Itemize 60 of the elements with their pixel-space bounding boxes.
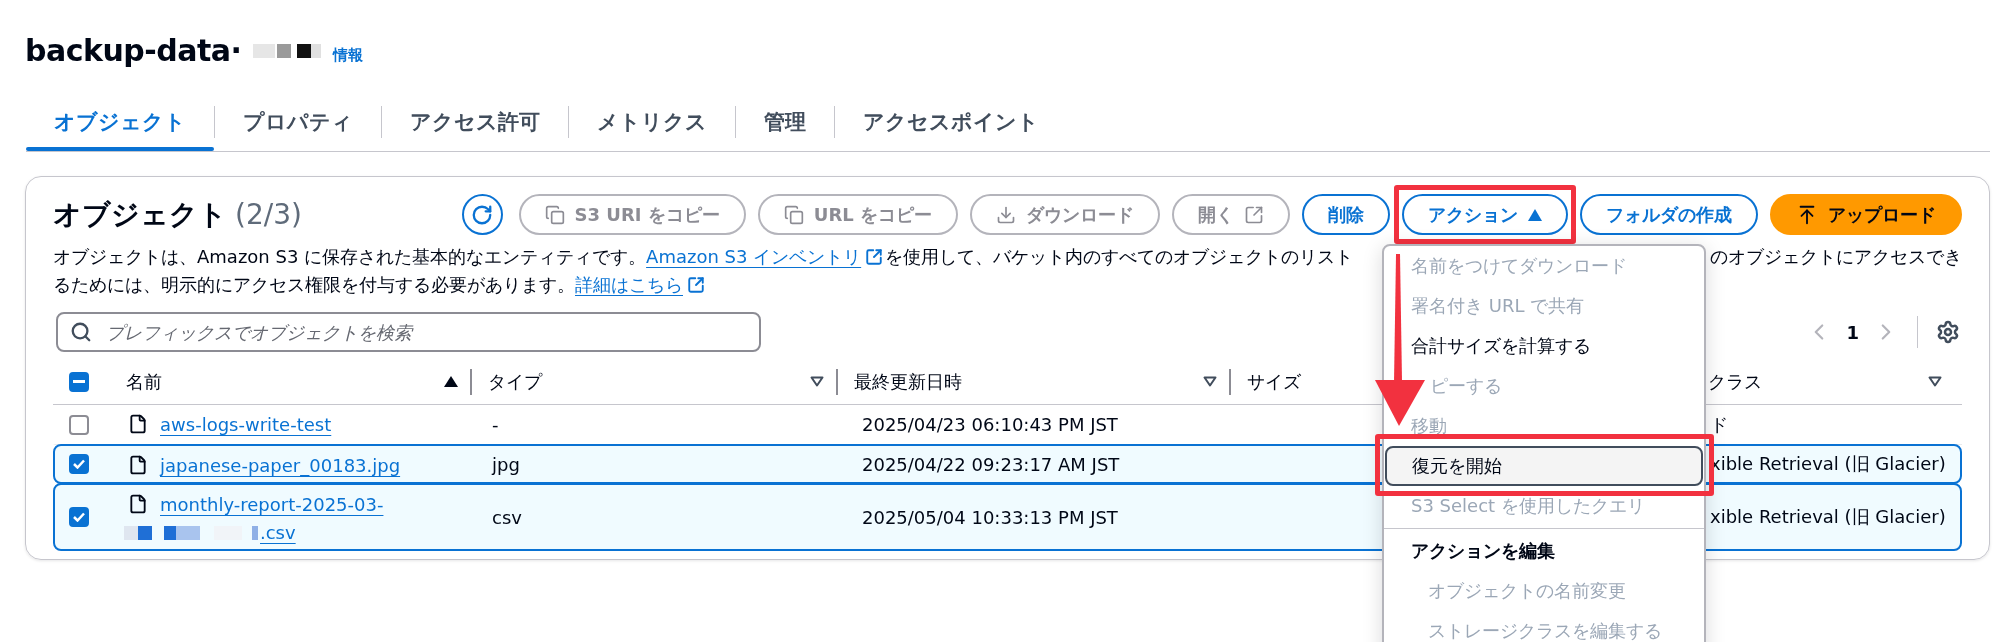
tab[interactable]: メトリクス xyxy=(569,93,735,151)
info-link[interactable]: 情報 xyxy=(333,45,364,65)
table-cell-text: csv xyxy=(491,505,523,530)
tab[interactable]: アクセスポイント xyxy=(835,93,1067,151)
copy-icon xyxy=(783,204,804,225)
table-cell-text: 2025/04/22 09:23:17 AM JST xyxy=(861,452,1121,477)
copy-icon xyxy=(544,204,565,225)
checkmark-icon xyxy=(73,459,85,469)
panel-title: オブジェクト xyxy=(53,196,227,233)
table-cell-text: ド xyxy=(1709,412,1729,437)
table-cell-text: - xyxy=(491,413,500,437)
column-header[interactable]: タイプ xyxy=(488,369,810,394)
row-checkbox[interactable] xyxy=(69,414,89,435)
file-icon xyxy=(128,494,148,514)
search-icon xyxy=(70,321,92,343)
row-checkbox[interactable] xyxy=(69,507,89,527)
menu-section-header: アクションを編集 xyxy=(1410,539,1556,563)
search-field[interactable]: プレフィックスでオブジェクトを検索 xyxy=(56,312,761,352)
row-checkbox[interactable] xyxy=(69,454,89,474)
menu-item[interactable]: 復元を開始 xyxy=(1385,446,1703,486)
toolbar-button[interactable]: 削除 xyxy=(1302,194,1390,235)
object-count: (2/3) xyxy=(235,197,302,231)
file-icon xyxy=(128,455,148,475)
tab[interactable]: オブジェクト xyxy=(26,93,214,151)
file-icon xyxy=(128,414,148,434)
bucket-title: backup-data· xyxy=(25,32,242,70)
description-text: を使用して、バケット内のすべてのオブジェクトのリスト xyxy=(885,245,1354,269)
column-header[interactable]: 最終更新日時 xyxy=(854,369,1203,394)
menu-item[interactable]: 合計サイズを計算する xyxy=(1411,334,1591,358)
table-cell-text: jpg xyxy=(490,452,521,477)
description-text: オブジェクトは、Amazon S3 に保存された基本的なエンティティです。 xyxy=(53,245,647,269)
settings-icon[interactable] xyxy=(1936,320,1960,344)
description-text: のオブジェクトにアクセスでき xyxy=(1710,245,1962,269)
description-link[interactable]: 詳細はこちら xyxy=(575,271,683,299)
object-link[interactable]: monthly-report-2025-03- xyxy=(160,493,384,517)
description-link[interactable]: Amazon S3 インベントリ xyxy=(646,243,862,271)
table-cell-text: xible Retrieval (旧 Glacier) xyxy=(1709,505,1947,529)
column-header[interactable]: クラス xyxy=(1708,369,1928,394)
external-link-icon xyxy=(1244,204,1264,225)
actions-button[interactable]: アクション xyxy=(1402,194,1568,235)
column-header[interactable]: 名前 xyxy=(126,369,444,394)
description-text: るためには、明示的にアクセス権限を付与する必要があります。 xyxy=(53,273,575,297)
select-all-checkbox[interactable] xyxy=(69,371,89,392)
checkmark-icon xyxy=(73,512,85,522)
tab[interactable]: プロパティ xyxy=(215,93,381,151)
object-link[interactable]: aws-logs-write-test xyxy=(160,413,332,437)
minus-icon xyxy=(73,379,85,384)
object-link[interactable]: .csv xyxy=(260,521,296,545)
refresh-icon xyxy=(471,203,494,226)
caret-up-icon xyxy=(1528,208,1542,221)
table-cell-text: 2025/04/23 06:10:43 PM JST xyxy=(861,413,1119,437)
upload-button[interactable]: アップロード xyxy=(1770,194,1962,235)
table-cell-text: 2025/05/04 10:33:13 PM JST xyxy=(861,505,1119,530)
object-link[interactable]: japanese-paper_00183.jpg xyxy=(160,454,401,478)
tab[interactable]: アクセス許可 xyxy=(382,93,568,151)
download-icon xyxy=(996,204,1016,225)
page-number[interactable]: 1 xyxy=(1846,321,1859,343)
toolbar-button[interactable]: フォルダの作成 xyxy=(1580,194,1758,235)
tab[interactable]: 管理 xyxy=(736,93,834,151)
refresh-button[interactable] xyxy=(461,194,503,235)
